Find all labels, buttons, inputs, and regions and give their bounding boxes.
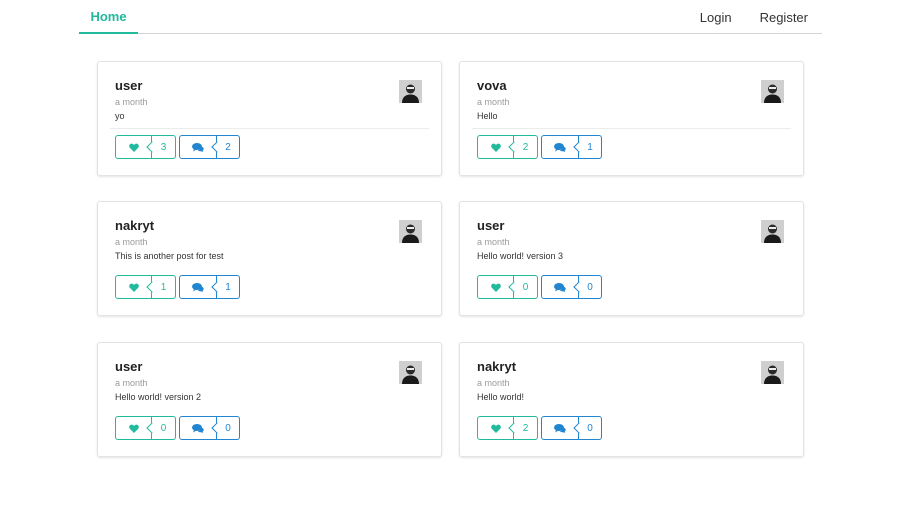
divider	[110, 128, 429, 129]
post-meta: a month	[477, 97, 510, 107]
comment-count: 0	[217, 416, 240, 440]
post-content: user a month Hello world! version 2	[115, 359, 425, 419]
nav-home[interactable]: Home	[79, 0, 138, 34]
post-author[interactable]: user	[115, 359, 425, 375]
like-count: 2	[514, 416, 538, 440]
comment-count: 0	[579, 416, 602, 440]
comments-button[interactable]: 1	[179, 275, 240, 299]
avatar	[399, 80, 422, 103]
comments-button[interactable]: 2	[179, 135, 240, 159]
like-button[interactable]: 0	[477, 275, 538, 299]
post-meta: a month	[477, 237, 510, 247]
like-count: 2	[514, 135, 538, 159]
post-description: Hello world! version 2	[115, 392, 202, 402]
post-description: Hello world!	[477, 392, 525, 402]
post-author[interactable]: nakryt	[115, 218, 425, 234]
like-count: 3	[152, 135, 176, 159]
like-count: 1	[152, 275, 176, 299]
comment-count: 1	[217, 275, 240, 299]
like-button[interactable]: 2	[477, 135, 538, 159]
nav-right: Login Register	[686, 0, 822, 34]
post-author[interactable]: user	[477, 218, 787, 234]
like-button[interactable]: 1	[115, 275, 176, 299]
avatar	[399, 361, 422, 384]
post-author[interactable]: user	[115, 78, 425, 94]
comment-count: 2	[217, 135, 240, 159]
avatar	[399, 220, 422, 243]
post-card: nakryt a month This is another post for …	[97, 201, 442, 316]
like-button[interactable]: 0	[115, 416, 176, 440]
post-description: yo	[115, 111, 125, 121]
post-author[interactable]: nakryt	[477, 359, 787, 375]
post-card: vova a month Hello 2 1	[459, 61, 804, 176]
post-meta: a month	[115, 378, 148, 388]
nav-register[interactable]: Register	[746, 0, 822, 34]
like-button[interactable]: 2	[477, 416, 538, 440]
avatar	[761, 361, 784, 384]
avatar	[761, 220, 784, 243]
comments-button[interactable]: 0	[541, 416, 602, 440]
comment-count: 0	[579, 275, 602, 299]
avatar	[761, 80, 784, 103]
comments-button[interactable]: 0	[541, 275, 602, 299]
post-content: nakryt a month Hello world!	[477, 359, 787, 419]
post-card: user a month yo 3 2	[97, 61, 442, 176]
post-card: user a month Hello world! version 2 0 0	[97, 342, 442, 457]
like-button[interactable]: 3	[115, 135, 176, 159]
post-content: user a month yo	[115, 78, 425, 138]
comment-count: 1	[579, 135, 602, 159]
post-content: vova a month Hello	[477, 78, 787, 138]
post-author[interactable]: vova	[477, 78, 787, 94]
nav-login[interactable]: Login	[686, 0, 746, 34]
post-description: Hello	[477, 111, 498, 121]
post-meta: a month	[115, 97, 148, 107]
like-count: 0	[514, 275, 538, 299]
top-menu: Home Login Register	[79, 0, 822, 34]
post-content: nakryt a month This is another post for …	[115, 218, 425, 278]
comments-button[interactable]: 0	[179, 416, 240, 440]
like-count: 0	[152, 416, 176, 440]
comments-button[interactable]: 1	[541, 135, 602, 159]
post-meta: a month	[115, 237, 148, 247]
post-description: Hello world! version 3	[477, 251, 564, 261]
post-description: This is another post for test	[115, 251, 224, 261]
post-card: nakryt a month Hello world! 2 0	[459, 342, 804, 457]
post-card: user a month Hello world! version 3 0 0	[459, 201, 804, 316]
post-meta: a month	[477, 378, 510, 388]
post-content: user a month Hello world! version 3	[477, 218, 787, 278]
divider	[472, 128, 791, 129]
